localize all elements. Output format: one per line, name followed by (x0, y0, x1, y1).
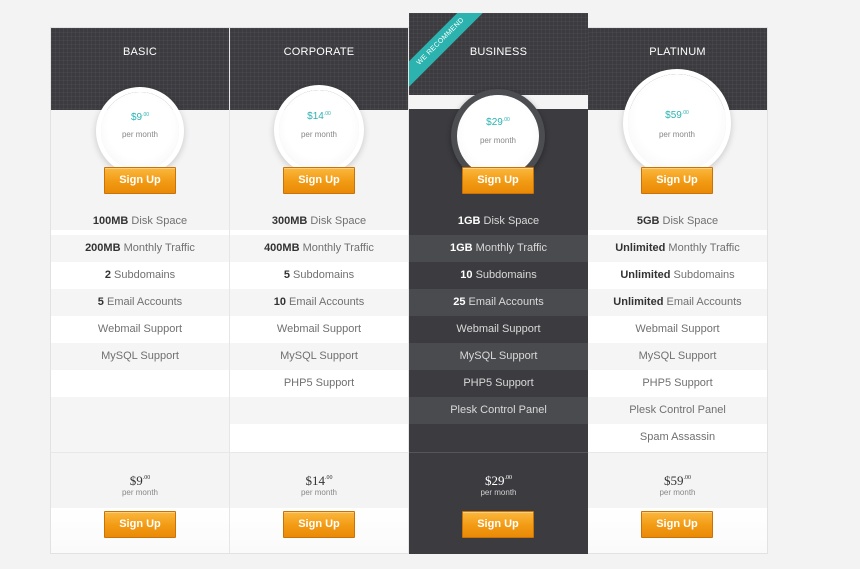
price-circle-period: per month (300, 130, 338, 139)
feature-row: Unlimited Monthly Traffic (588, 235, 767, 262)
signup-button-bottom[interactable]: Sign Up (462, 511, 534, 538)
feature-row: 2 Subdomains (104, 269, 176, 281)
feature-row: PHP5 Support (642, 377, 713, 389)
feature-row: 1GB Disk Space (457, 215, 540, 227)
price-circle-value: $14.00 (307, 111, 331, 122)
footer-price: $14.00 (305, 473, 333, 488)
price-circle-value: $9.00 (130, 112, 150, 123)
feature-row: Webmail Support (276, 323, 362, 335)
footer-price: $59.00 (664, 473, 691, 488)
footer-period: per month (480, 488, 517, 497)
feature-row: 1GB Monthly Traffic (409, 235, 588, 262)
feature-row: Plesk Control Panel (409, 397, 588, 424)
feature-row: PHP5 Support (463, 377, 534, 389)
price-circle-period: per month (658, 130, 696, 139)
feature-row: Webmail Support (456, 323, 541, 335)
feature-row: 100MB Disk Space (92, 215, 188, 227)
pricing-table: BASIC $9.00 per month Sign Up 100MB Disk… (50, 13, 768, 554)
plan-column-business: BUSINESS WE RECOMMEND $29.00 per month S… (409, 13, 588, 554)
plan-column-platinum: PLATINUM $59.00 per month Sign Up 5GB Di… (588, 28, 767, 553)
feature-row-empty (230, 397, 408, 424)
feature-row: Webmail Support (635, 323, 720, 335)
plan-footer: $14.00 per month Sign Up (230, 452, 408, 553)
signup-button-top[interactable]: Sign Up (462, 167, 534, 194)
plan-name: CORPORATE (283, 46, 355, 58)
feature-row: 5GB Disk Space (636, 215, 719, 227)
signup-button-top[interactable]: Sign Up (641, 167, 713, 194)
feature-row: 300MB Disk Space (271, 215, 367, 227)
price-circle-value: $29.00 (486, 117, 510, 128)
plan-name: BASIC (122, 46, 157, 58)
plan-footer: $59.00 per month Sign Up (588, 452, 767, 553)
plan-column-corporate: CORPORATE $14.00 per month Sign Up 300MB… (230, 28, 409, 553)
price-circle-period: per month (479, 136, 517, 145)
footer-price: $9.00 (129, 473, 151, 488)
feature-row: MySQL Support (409, 343, 588, 370)
price-circle-value: $59.00 (665, 110, 689, 121)
feature-row: 10 Email Accounts (230, 289, 408, 316)
feature-row: MySQL Support (230, 343, 408, 370)
footer-period: per month (121, 488, 159, 497)
feature-row: Webmail Support (97, 323, 183, 335)
feature-row: 5 Subdomains (283, 269, 355, 281)
plan-name: PLATINUM (649, 46, 706, 58)
plan-footer: $29.00 per month Sign Up (409, 452, 588, 553)
signup-button-top[interactable]: Sign Up (283, 167, 355, 194)
feature-row: Unlimited Email Accounts (588, 289, 767, 316)
feature-row: Plesk Control Panel (588, 397, 767, 424)
plan-column-basic: BASIC $9.00 per month Sign Up 100MB Disk… (51, 28, 230, 553)
feature-row: 5 Email Accounts (51, 289, 229, 316)
feature-row: MySQL Support (51, 343, 229, 370)
feature-row: 25 Email Accounts (409, 289, 588, 316)
footer-period: per month (300, 488, 338, 497)
signup-button-bottom[interactable]: Sign Up (641, 511, 713, 538)
feature-row-empty (51, 397, 229, 424)
price-circle: $9.00 per month (101, 92, 179, 170)
feature-row: 10 Subdomains (460, 269, 537, 281)
signup-button-bottom[interactable]: Sign Up (283, 511, 355, 538)
price-circle: $14.00 per month (279, 90, 359, 170)
price-circle: $29.00 per month (457, 95, 539, 177)
feature-row: Unlimited Subdomains (620, 269, 735, 281)
feature-row: PHP5 Support (283, 377, 355, 389)
feature-row: 400MB Monthly Traffic (230, 235, 408, 262)
feature-row: Spam Assassin (639, 431, 716, 443)
feature-row: 200MB Monthly Traffic (51, 235, 229, 262)
price-circle: $59.00 per month (628, 74, 726, 172)
footer-price: $29.00 (485, 473, 512, 488)
signup-button-top[interactable]: Sign Up (104, 167, 176, 194)
plan-footer: $9.00 per month Sign Up (51, 452, 229, 553)
feature-row-empty (51, 424, 229, 452)
feature-row: MySQL Support (588, 343, 767, 370)
footer-period: per month (659, 488, 696, 497)
signup-button-bottom[interactable]: Sign Up (104, 511, 176, 538)
price-circle-period: per month (121, 130, 159, 139)
